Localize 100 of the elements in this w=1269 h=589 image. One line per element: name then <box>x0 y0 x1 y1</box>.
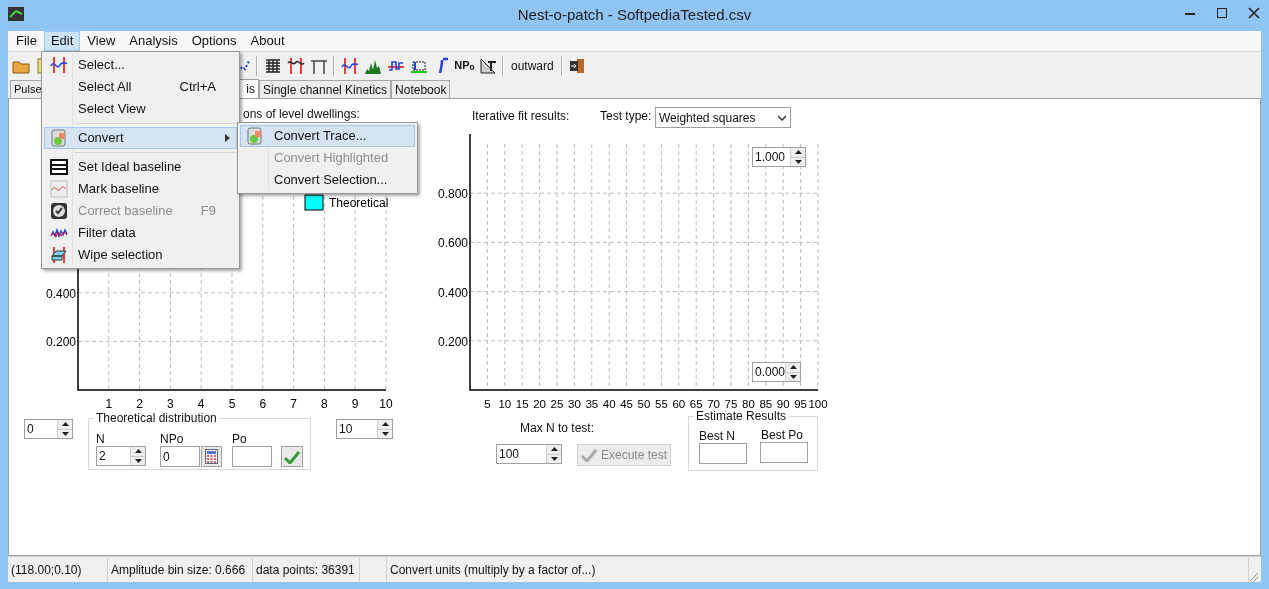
menu-item[interactable]: Analysis <box>122 31 185 51</box>
label: Best Po <box>761 427 804 444</box>
eraser-icon <box>50 246 68 264</box>
caret-icon <box>778 114 786 121</box>
tick-label: 65 <box>689 398 703 410</box>
tick-label: 8 <box>321 397 328 411</box>
tab[interactable]: Notebook <box>391 80 451 98</box>
menu-item[interactable]: Set Ideal baseline <box>44 156 237 178</box>
apply-button[interactable] <box>281 446 303 467</box>
tick-label: 10 <box>379 397 393 411</box>
spin-buttons[interactable] <box>790 148 805 166</box>
spin-field[interactable]: 100 <box>496 444 562 464</box>
spin-buttons[interactable] <box>546 445 561 463</box>
tick-label: 2 <box>136 397 143 411</box>
tick-label: 75 <box>724 398 738 410</box>
spin-buttons[interactable] <box>377 420 392 438</box>
menu-item[interactable]: About <box>243 31 292 51</box>
menu-item[interactable]: Convert Selection... <box>240 169 415 191</box>
spin-field[interactable]: 1.000 <box>752 147 806 167</box>
menu-item[interactable]: View <box>80 31 123 51</box>
label: Test type: <box>600 108 652 125</box>
status-text: Convert units (multiply by a factor of...) <box>387 558 1249 582</box>
menu-item[interactable]: Select View <box>44 98 237 120</box>
group-title: Estimate Results <box>694 409 789 423</box>
tick-label: 0.200 <box>45 335 76 350</box>
check-icon <box>580 448 597 462</box>
resize-grip-icon <box>1249 572 1259 582</box>
tick-label: 95 <box>794 398 807 410</box>
window-title: Nest-o-patch - SoftpediaTested.csv <box>517 5 752 26</box>
label: Po <box>232 431 247 448</box>
tick-label: 4 <box>197 397 205 411</box>
spin-buttons[interactable] <box>130 447 145 465</box>
calculator-icon[interactable] <box>205 449 218 464</box>
tab[interactable]: Single channel Kinetics <box>259 80 392 98</box>
legend-label: Theoretical <box>329 196 389 210</box>
tick-label: 35 <box>585 398 599 410</box>
tick-label: 1 <box>105 397 113 411</box>
menu-item[interactable]: Convert Trace... <box>240 125 415 147</box>
tick-label: 9 <box>351 397 359 411</box>
tick-label: 60 <box>672 398 686 410</box>
npo-button[interactable]: NP$_{o}$ <box>453 54 476 77</box>
input-field[interactable]: 0 <box>160 446 200 467</box>
wave-icon <box>50 56 68 74</box>
status-text: Amplitude bin size: 0.666 <box>108 558 253 582</box>
menu-item[interactable]: Edit <box>43 31 81 51</box>
flask-icon <box>246 127 264 145</box>
spin-field[interactable]: 0.000 <box>752 362 801 382</box>
tau-icon[interactable] <box>478 56 497 75</box>
menu-item[interactable]: Mark baseline <box>44 178 237 200</box>
exit-icon[interactable] <box>568 56 587 75</box>
outward-button[interactable]: outward <box>507 54 558 77</box>
spin-field[interactable]: 2 <box>96 446 146 466</box>
caption: ons of level dwellings: <box>243 107 360 121</box>
tick-label: 40 <box>602 398 616 410</box>
tick-label: 0.800 <box>437 187 468 202</box>
input-field[interactable] <box>760 442 808 463</box>
menu-item[interactable]: Select... <box>44 54 237 76</box>
tick-label: 80 <box>742 398 755 410</box>
tick-label: 100 <box>808 398 828 410</box>
spin-buttons[interactable] <box>785 363 800 381</box>
tick-label: 5 <box>484 398 491 410</box>
label: Best N <box>699 428 735 445</box>
test-type-dropdown[interactable]: Weighted squares <box>655 107 791 128</box>
input-field[interactable] <box>232 446 272 467</box>
lines-icon <box>50 158 68 176</box>
spin-field[interactable]: 0 <box>24 419 73 439</box>
menu-item[interactable]: Wipe selection <box>44 244 237 266</box>
menu-item[interactable]: Convert <box>44 127 237 149</box>
app-icon <box>7 5 25 23</box>
tick-label: 90 <box>776 398 790 410</box>
menu-item[interactable]: File <box>9 31 44 51</box>
tick-label: 0.200 <box>437 334 468 349</box>
spin-buttons[interactable] <box>57 420 72 438</box>
tick-label: 50 <box>637 398 651 410</box>
caption: Iterative fit results: <box>472 108 570 125</box>
tick-label: 10 <box>498 398 512 410</box>
tick-label: 0.400 <box>45 286 76 301</box>
tick-label: 25 <box>550 398 564 410</box>
input-field[interactable] <box>699 443 747 464</box>
flask-icon <box>50 129 68 147</box>
tick-label: 0.400 <box>437 285 468 300</box>
tick-label: 3 <box>167 397 174 411</box>
bracket-icon[interactable] <box>286 56 305 75</box>
tick-label: 7 <box>290 397 297 411</box>
tick-label: 45 <box>620 398 633 410</box>
wave-icon[interactable] <box>340 56 359 75</box>
tick-label: 55 <box>655 398 668 410</box>
spin-field[interactable]: 10 <box>336 419 393 439</box>
tick-label: 15 <box>515 398 529 410</box>
label: Max N to test: <box>520 420 595 437</box>
grid-icon[interactable] <box>263 56 282 75</box>
tick-label: 0.600 <box>437 236 468 251</box>
menu-item[interactable]: Filter data <box>44 222 237 244</box>
group-title: Theoretical distribution <box>94 411 219 425</box>
status-text: (118.00;0.10) <box>8 558 108 582</box>
tick-label: 30 <box>568 398 581 410</box>
tick-label: 70 <box>707 398 720 410</box>
status-text: data points: 36391 <box>253 558 360 582</box>
menu-item[interactable]: Options <box>184 31 244 51</box>
check-icon <box>284 449 300 464</box>
